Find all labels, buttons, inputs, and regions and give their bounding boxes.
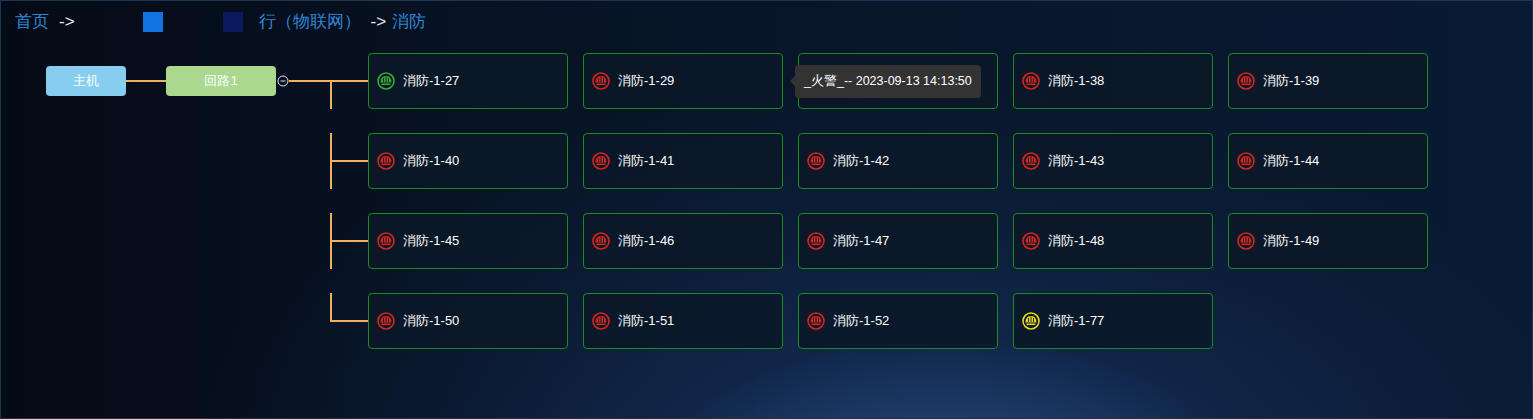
breadcrumb-separator: -> — [371, 9, 387, 35]
collapse-icon[interactable] — [277, 75, 289, 87]
device-tree: 主机 回路1 消防-1-27 消防-1-29 _火警_-- 2023-09-13 14:… — [1, 35, 1532, 361]
breadcrumb-item[interactable]: 首页 — [15, 9, 49, 35]
device-card[interactable]: 消防-1-40 — [368, 133, 568, 189]
connector-line — [330, 53, 368, 109]
device-card[interactable]: 消防-1-38 — [1013, 53, 1213, 109]
device-card[interactable]: 消防-1-43 — [1013, 133, 1213, 189]
helmet-icon — [592, 312, 610, 330]
device-row: 消防-1-27 消防-1-29 _火警_-- 2023-09-13 14:13:50… — [330, 41, 1428, 121]
helmet-icon — [592, 152, 610, 170]
device-name: 消防-1-45 — [403, 231, 459, 251]
device-card[interactable]: 消防-1-42 — [798, 133, 998, 189]
device-cards: 消防-1-45 消防-1-46 消防-1-47 消防-1-48 消防-1-49 — [368, 213, 1428, 269]
device-name: 消防-1-48 — [1048, 231, 1104, 251]
device-row: 消防-1-40 消防-1-41 消防-1-42 消防-1-43 消防-1-44 — [330, 121, 1428, 201]
helmet-icon — [1237, 152, 1255, 170]
device-name: 消防-1-50 — [403, 311, 459, 331]
device-card[interactable]: 消防-1-44 — [1228, 133, 1428, 189]
helmet-icon — [807, 152, 825, 170]
connector-line — [330, 133, 368, 189]
device-name: 消防-1-40 — [403, 151, 459, 171]
helmet-icon — [592, 72, 610, 90]
helmet-icon — [1237, 72, 1255, 90]
device-card[interactable]: 消防-1-48 — [1013, 213, 1213, 269]
tree-nodes: 主机 回路1 — [46, 66, 330, 96]
connector-line — [330, 213, 368, 269]
device-name: 消防-1-49 — [1263, 231, 1319, 251]
helmet-icon — [1022, 312, 1040, 330]
device-list: 消防-1-27 消防-1-29 _火警_-- 2023-09-13 14:13:50… — [330, 41, 1428, 361]
helmet-icon — [1022, 232, 1040, 250]
device-cards: 消防-1-50 消防-1-51 消防-1-52 消防-1-77 — [368, 293, 1213, 349]
device-card[interactable]: 消防-1-27 — [368, 53, 568, 109]
helmet-icon — [1022, 72, 1040, 90]
helmet-icon — [377, 72, 395, 90]
device-card[interactable]: 消防-1-41 — [583, 133, 783, 189]
device-row: 消防-1-50 消防-1-51 消防-1-52 消防-1-77 — [330, 281, 1428, 361]
device-cards: 消防-1-27 消防-1-29 _火警_-- 2023-09-13 14:13:50… — [368, 53, 1428, 109]
connector-line — [289, 80, 330, 82]
helmet-icon — [807, 232, 825, 250]
helmet-icon — [807, 312, 825, 330]
alarm-tooltip: _火警_-- 2023-09-13 14:13:50 — [795, 65, 981, 98]
redacted-block — [143, 12, 163, 32]
redacted-block — [223, 12, 243, 32]
device-name: 消防-1-51 — [618, 311, 674, 331]
device-card[interactable]: 消防-1-39 — [1228, 53, 1428, 109]
helmet-icon — [1022, 152, 1040, 170]
device-card[interactable]: 消防-1-45 — [368, 213, 568, 269]
device-card[interactable]: 消防-1-50 — [368, 293, 568, 349]
device-row: 消防-1-45 消防-1-46 消防-1-47 消防-1-48 消防-1-49 — [330, 201, 1428, 281]
helmet-icon — [377, 232, 395, 250]
loop-node[interactable]: 回路1 — [166, 66, 276, 96]
device-name: 消防-1-27 — [403, 71, 459, 91]
device-name: 消防-1-38 — [1048, 71, 1104, 91]
device-name: 消防-1-77 — [1048, 311, 1104, 331]
device-card[interactable]: 消防-1-49 — [1228, 213, 1428, 269]
device-name: 消防-1-43 — [1048, 151, 1104, 171]
host-node[interactable]: 主机 — [46, 66, 126, 96]
device-card[interactable]: 消防-1-29 — [583, 53, 783, 109]
breadcrumb-separator: -> — [59, 9, 75, 35]
device-card[interactable]: 消防-1-47 — [798, 213, 998, 269]
device-name: 消防-1-42 — [833, 151, 889, 171]
helmet-icon — [1237, 232, 1255, 250]
breadcrumb-item[interactable]: 行（物联网） — [259, 9, 361, 35]
device-name: 消防-1-52 — [833, 311, 889, 331]
device-card[interactable]: 消防-1-77 — [1013, 293, 1213, 349]
device-name: 消防-1-41 — [618, 151, 674, 171]
device-name: 消防-1-39 — [1263, 71, 1319, 91]
device-name: 消防-1-47 — [833, 231, 889, 251]
device-card[interactable]: 消防-1-52 — [798, 293, 998, 349]
device-card[interactable]: 消防-1-51 — [583, 293, 783, 349]
helmet-icon — [377, 152, 395, 170]
connector-line — [330, 293, 368, 349]
breadcrumb: 首页->行（物联网）->消防 — [1, 1, 1532, 35]
device-name: 消防-1-29 — [618, 71, 674, 91]
helmet-icon — [592, 232, 610, 250]
device-card[interactable]: 消防-1-46 — [583, 213, 783, 269]
device-name: 消防-1-46 — [618, 231, 674, 251]
helmet-icon — [377, 312, 395, 330]
device-cards: 消防-1-40 消防-1-41 消防-1-42 消防-1-43 消防-1-44 — [368, 133, 1428, 189]
device-name: 消防-1-44 — [1263, 151, 1319, 171]
breadcrumb-item[interactable]: 消防 — [392, 9, 426, 35]
connector-line — [126, 80, 166, 82]
device-card[interactable]: _火警_-- 2023-09-13 14:13:50 — [798, 53, 998, 109]
